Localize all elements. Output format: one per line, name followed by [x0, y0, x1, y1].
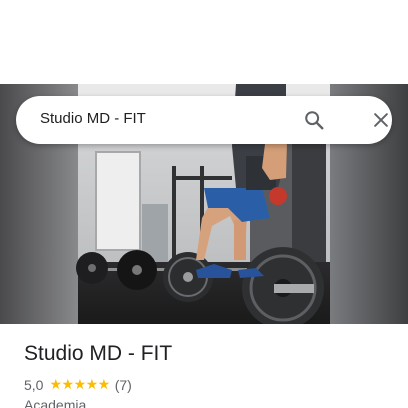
search-input[interactable]: Studio MD - FIT [40, 110, 146, 127]
place-name: Studio MD - FIT [24, 342, 173, 365]
place-panel: Studio MD - FIT Studio MD - FIT 5,0 ★★★★… [0, 0, 408, 408]
search-button[interactable] [302, 108, 326, 132]
rating-value: 5,0 [24, 376, 44, 393]
search-icon [305, 111, 324, 130]
rating-stars: ★★★★★ [49, 376, 110, 392]
place-category: Academia [24, 397, 87, 408]
clear-search-button[interactable] [369, 108, 393, 132]
review-count[interactable]: (7) [115, 377, 132, 393]
rating-row[interactable]: 5,0 ★★★★★ (7) [24, 376, 132, 393]
search-box[interactable]: Studio MD - FIT [16, 96, 392, 144]
close-icon [374, 113, 388, 127]
